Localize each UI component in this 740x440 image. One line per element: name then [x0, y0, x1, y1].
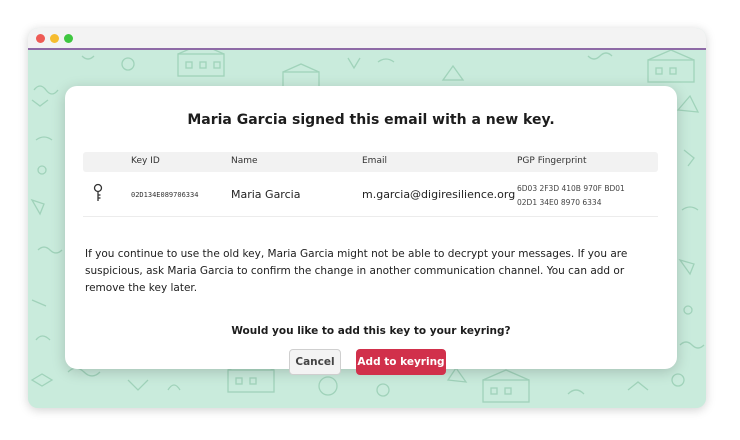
- header-email: Email: [362, 156, 387, 166]
- key-id-value: 02D134E089706334: [131, 191, 199, 199]
- house-doodle: [177, 50, 225, 77]
- house-doodle: [482, 369, 530, 403]
- new-key-dialog: Maria Garcia signed this email with a ne…: [65, 86, 677, 375]
- key-icon: [93, 183, 103, 207]
- fingerprint-line-1: 6D03 2F3D 410B 970F BD01: [517, 184, 625, 193]
- minimize-window-button[interactable]: [50, 34, 59, 43]
- confirmation-question: Would you like to add this key to your k…: [231, 325, 511, 337]
- email-value: m.garcia@digiresilience.org: [362, 188, 516, 201]
- maximize-window-button[interactable]: [64, 34, 73, 43]
- window-titlebar: [28, 28, 706, 49]
- table-row: 02D134E089706334 Maria Garcia m.garcia@d…: [83, 176, 658, 217]
- add-to-keyring-button[interactable]: Add to keyring: [356, 349, 446, 375]
- warning-message: If you continue to use the old key, Mari…: [85, 248, 628, 294]
- cancel-button[interactable]: Cancel: [289, 349, 341, 375]
- key-table-header: Key ID Name Email PGP Fingerprint: [83, 152, 658, 172]
- fingerprint-line-2: 02D1 34E0 8970 6334: [517, 198, 602, 207]
- app-window: Maria Garcia signed this email with a ne…: [28, 28, 706, 408]
- header-name: Name: [231, 156, 258, 166]
- name-value: Maria Garcia: [231, 188, 301, 201]
- house-doodle: [647, 50, 695, 83]
- header-fingerprint: PGP Fingerprint: [517, 156, 587, 166]
- close-window-button[interactable]: [36, 34, 45, 43]
- header-key-id: Key ID: [131, 156, 160, 166]
- dialog-title: Maria Garcia signed this email with a ne…: [187, 112, 555, 128]
